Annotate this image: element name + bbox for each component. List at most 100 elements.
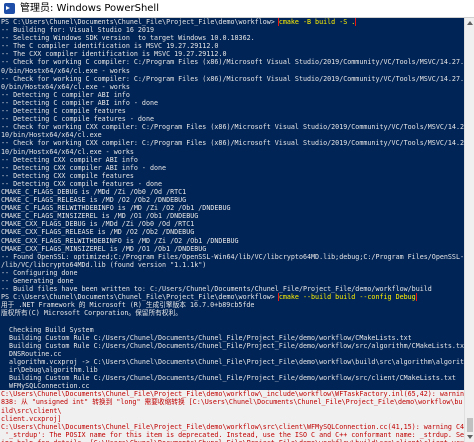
- output-line: -- Selecting Windows SDK version to targ…: [0, 34, 464, 42]
- line-text: ild\src\client\: [1, 406, 62, 415]
- line-text: 10/bin/Hostx64/x64/cl.exe: [1, 131, 102, 140]
- line-text: CMAKE_C_FLAGS_DEBUG is /MDd /Zi /Ob0 /Od…: [1, 187, 187, 196]
- output-line: -- Generating done: [0, 277, 464, 285]
- line-text: -- The CXX compiler identification is MS…: [1, 50, 227, 59]
- output-line: CMAKE_C_FLAGS_RELWITHDEBINFO is /MD /Zi …: [0, 204, 464, 212]
- output-line: Checking Build System: [0, 326, 464, 334]
- line-text: Building Custom Rule C:/Users/Chunel/Doc…: [1, 341, 464, 350]
- line-text: /lib/VC/libcrypto64MDd.lib (found versio…: [1, 260, 207, 269]
- prompt-text: PS C:\Users\Chunel\Documents\Chunel_File…: [1, 18, 279, 26]
- output-line: CMAKE_CXX_FLAGS_DEBUG is /MDd /Zi /Ob0 /…: [0, 220, 464, 228]
- line-text: CMAKE_CXX_FLAGS_DEBUG is /MDd /Zi /Ob0 /…: [1, 220, 195, 229]
- scroll-down-arrow-icon[interactable]: [467, 435, 473, 439]
- prompt-text: PS C:\Users\Chunel\Documents\Chunel_File…: [1, 293, 279, 302]
- output-line: -- Detecting C compiler ABI info: [0, 91, 464, 99]
- line-text: -- Found OpenSSL: optimized;C:/Program F…: [1, 252, 464, 261]
- line-text: -- Detecting CXX compile features - done: [1, 179, 163, 188]
- powershell-window: 管理员: Windows PowerShell PS C:\Users\Chun…: [0, 0, 474, 442]
- output-line: 10/bin/Hostx64/x64/cl.exe: [0, 131, 464, 139]
- output-line: -- The C compiler identification is MSVC…: [0, 42, 464, 50]
- output-line: CMAKE_C_FLAGS_DEBUG is /MDd /Zi /Ob0 /Od…: [0, 188, 464, 196]
- line-text: 0/bin/Hostx64/x64/cl.exe - works: [1, 82, 130, 91]
- line-text: Building Custom Rule C:/Users/Chunel/Doc…: [1, 374, 456, 383]
- output-line: -- Check for working C compiler: C:/Prog…: [0, 75, 464, 83]
- line-text: -- The C compiler identification is MSVC…: [1, 42, 219, 51]
- output-line: -- Detecting C compiler ABI info - done: [0, 99, 464, 107]
- line-text: CMAKE_C_FLAGS_MINSIZEREL is /MD /O1 /Ob1…: [1, 212, 199, 221]
- line-text: CMAKE_C_FLAGS_RELEASE is /MD /O2 /Ob2 /D…: [1, 196, 187, 205]
- output-line: -- Configuring done: [0, 269, 464, 277]
- scrollbar-thumb[interactable]: [467, 418, 473, 432]
- output-line: Building Custom Rule C:/Users/Chunel/Doc…: [0, 374, 464, 382]
- line-text: CMAKE_CXX_FLAGS_RELWITHDEBINFO is /MD /Z…: [1, 236, 239, 245]
- line-text: '_strdup': The POSIX name for this item …: [1, 430, 464, 439]
- output-line: -- Detecting C compile features - done: [0, 115, 464, 123]
- output-line: CMAKE_CXX_FLAGS_MINSIZEREL is /MD /O1 /O…: [0, 245, 464, 253]
- line-text: C:\Users\Chunel\Documents\Chunel_File\Pr…: [1, 422, 464, 431]
- window-title: 管理员: Windows PowerShell: [20, 3, 159, 14]
- highlighted-command: cmake -B build -S .: [277, 18, 357, 27]
- line-text: -- Detecting C compiler ABI info: [1, 90, 130, 99]
- vertical-scrollbar[interactable]: [464, 18, 474, 442]
- line-text: -- Detecting CXX compile features: [1, 171, 134, 180]
- command-line: PS C:\Users\Chunel\Documents\Chunel_File…: [0, 293, 464, 302]
- powershell-icon: [4, 3, 15, 14]
- line-text: algorithm.vcxproj -> C:\Users\Chunel\Doc…: [1, 357, 464, 366]
- line-text: 10/bin/Hostx64/x64/cl.exe - works: [1, 147, 134, 156]
- line-text: -- Detecting C compile features - done: [1, 115, 154, 124]
- line-text: C:\Users\Chunel\Documents\Chunel_File\Pr…: [1, 390, 464, 399]
- output-line: WFMySQLConnection.cc: [0, 382, 464, 390]
- output-line: -- Check for working CXX compiler: C:/Pr…: [0, 139, 464, 147]
- line-text: -- Detecting C compile features: [1, 107, 126, 116]
- warning-line: '_strdup': The POSIX name for this item …: [0, 430, 464, 439]
- line-text: WFMySQLConnection.cc: [1, 382, 90, 391]
- line-text: -- Selecting Windows SDK version to targ…: [1, 34, 255, 43]
- output-line: -- Detecting CXX compiler ABI info - don…: [0, 164, 464, 172]
- output-line: -- Detecting CXX compile features - done: [0, 180, 464, 188]
- warning-line: C:\Users\Chunel\Documents\Chunel_File\Pr…: [0, 422, 464, 431]
- output-line: DNSRoutine.cc: [0, 350, 464, 358]
- output-line: 用于 .NET Framework 的 Microsoft (R) 生成引擎版本…: [0, 301, 464, 309]
- line-text: -- Check for working CXX compiler: C:/Pr…: [1, 123, 464, 132]
- line-text: Checking Build System: [1, 325, 94, 334]
- line-text: CMAKE_C_FLAGS_RELWITHDEBINFO is /MD /Zi …: [1, 204, 231, 213]
- output-line: CMAKE_C_FLAGS_RELEASE is /MD /O2 /Ob2 /D…: [0, 196, 464, 204]
- warning-line: client.vcxproj]: [0, 414, 464, 423]
- line-text: -- Generating done: [1, 277, 74, 285]
- line-text: 用于 .NET Framework 的 Microsoft (R) 生成引擎版本…: [1, 301, 255, 310]
- line-text: -- Detecting CXX compiler ABI info - don…: [1, 163, 167, 172]
- output-line: CMAKE_CXX_FLAGS_RELEASE is /MD /O2 /Ob2 …: [0, 228, 464, 236]
- line-text: -- Check for working CXX compiler: C:/Pr…: [1, 139, 464, 148]
- output-line: -- Check for working CXX compiler: C:/Pr…: [0, 123, 464, 131]
- line-text: -- Check for working C compiler: C:/Prog…: [1, 74, 464, 83]
- scroll-up-arrow-icon[interactable]: [467, 21, 473, 25]
- output-line: 10/bin/Hostx64/x64/cl.exe - works: [0, 148, 464, 156]
- output-line: 0/bin/Hostx64/x64/cl.exe - works: [0, 83, 464, 91]
- line-text: CMAKE_CXX_FLAGS_MINSIZEREL is /MD /O1 /O…: [1, 244, 207, 253]
- line-text: -- Configuring done: [1, 268, 78, 277]
- line-text: 838: 从 "unsigned int" 转换到 "long" 需要收缩转换 …: [1, 398, 463, 407]
- title-bar[interactable]: 管理员: Windows PowerShell: [0, 0, 474, 18]
- line-text: -- Building for: Visual Studio 16 2019: [1, 26, 154, 35]
- line-text: DNSRoutine.cc: [1, 349, 62, 358]
- command-line: PS C:\Users\Chunel\Documents\Chunel_File…: [0, 18, 464, 27]
- output-line: -- Detecting CXX compiler ABI info: [0, 156, 464, 164]
- output-line: 0/bin/Hostx64/x64/cl.exe - works: [0, 67, 464, 75]
- line-text: CMAKE_CXX_FLAGS_RELEASE is /MD /O2 /Ob2 …: [1, 228, 195, 237]
- console-output[interactable]: PS C:\Users\Chunel\Documents\Chunel_File…: [0, 18, 464, 442]
- output-line: Building Custom Rule C:/Users/Chunel/Doc…: [0, 334, 464, 342]
- output-line: 版权所有(C) Microsoft Corporation。保留所有权利。: [0, 309, 464, 317]
- line-text: client.vcxproj]: [1, 414, 62, 423]
- line-text: -- Detecting CXX compiler ABI info: [1, 155, 138, 164]
- output-line: CMAKE_C_FLAGS_MINSIZEREL is /MD /O1 /Ob1…: [0, 212, 464, 220]
- output-line: -- Detecting C compile features: [0, 107, 464, 115]
- line-text: 版权所有(C) Microsoft Corporation。保留所有权利。: [1, 309, 182, 318]
- output-line: /lib/VC/libcrypto64MDd.lib (found versio…: [0, 261, 464, 269]
- warning-line: 838: 从 "unsigned int" 转换到 "long" 需要收缩转换 …: [0, 398, 464, 407]
- line-text: 0/bin/Hostx64/x64/cl.exe - works: [1, 66, 130, 75]
- output-line: -- Check for working C compiler: C:/Prog…: [0, 58, 464, 66]
- warning-line: C:\Users\Chunel\Documents\Chunel_File\Pr…: [0, 390, 464, 399]
- line-text: -- Detecting C compiler ABI info - done: [1, 98, 159, 107]
- output-line: -- Building for: Visual Studio 16 2019: [0, 26, 464, 34]
